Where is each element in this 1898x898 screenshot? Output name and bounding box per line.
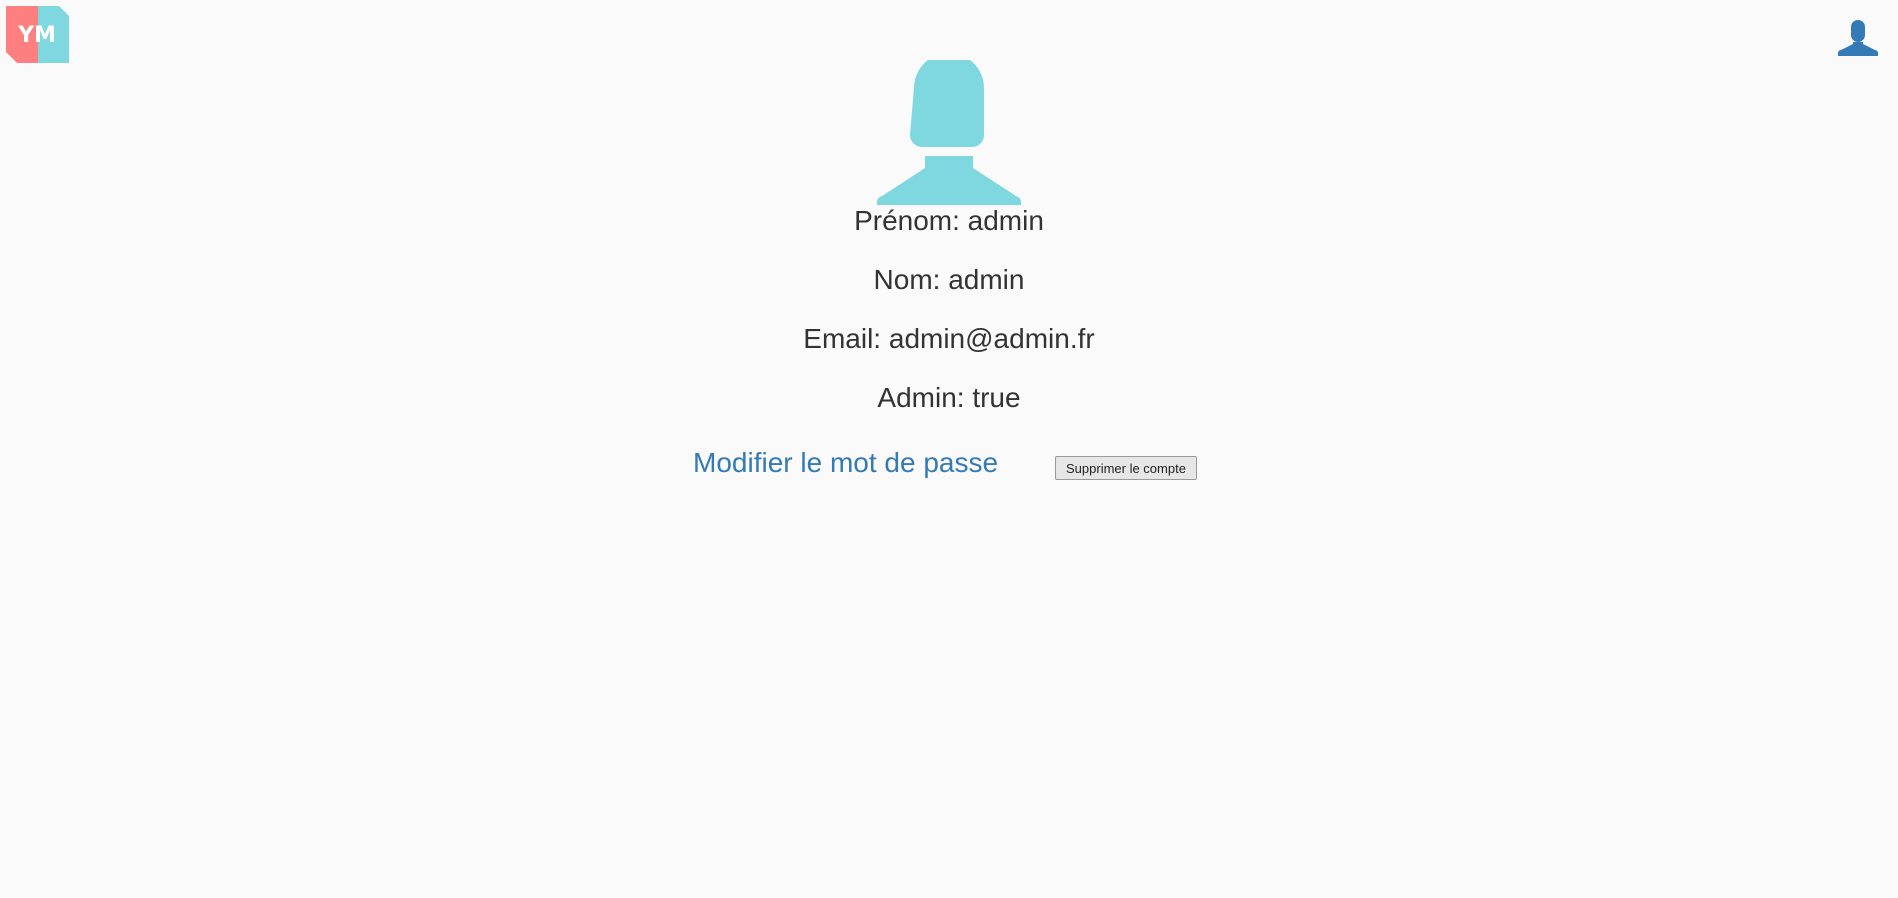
app-logo[interactable]: YM	[6, 6, 69, 63]
last-name-field: Nom: admin	[873, 264, 1025, 295]
user-avatar-icon	[876, 60, 1022, 205]
first-name-field: Prénom: admin	[854, 205, 1044, 236]
profile-card: Prénom: admin Nom: admin Email: admin@ad…	[0, 60, 1898, 441]
profile-actions: Modifier le mot de passe Supprimer le co…	[0, 445, 1898, 485]
user-icon[interactable]	[1838, 18, 1878, 56]
delete-account-button[interactable]: Supprimer le compte	[1055, 456, 1197, 480]
profile-page: YM Prénom: admin Nom: admin Email: admin…	[0, 0, 1898, 898]
admin-field: Admin: true	[877, 382, 1021, 413]
email-field: Email: admin@admin.fr	[803, 323, 1095, 354]
logo-text: YM	[17, 23, 56, 48]
change-password-link[interactable]: Modifier le mot de passe	[693, 447, 998, 479]
